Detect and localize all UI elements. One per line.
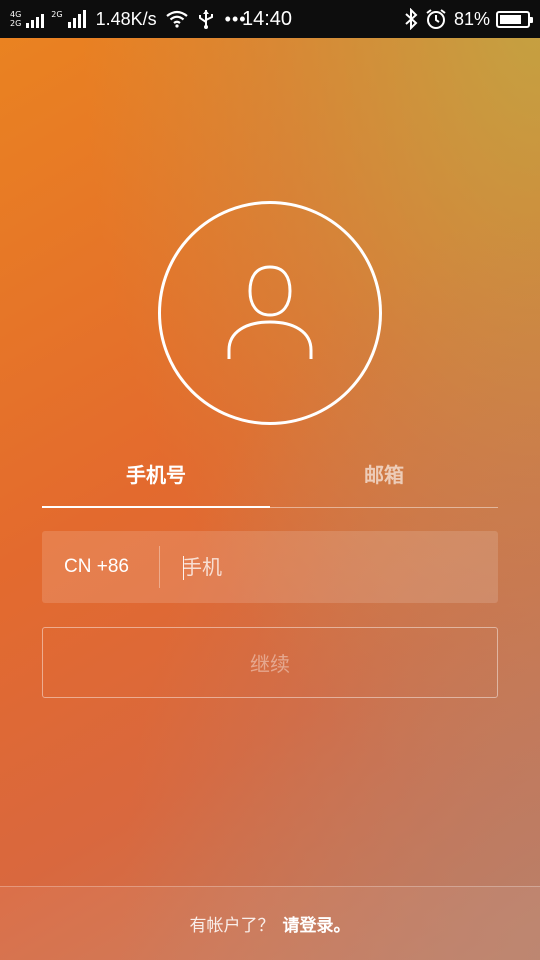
network-top-label: 4G <box>10 10 22 19</box>
footer: 有帐户了？ 请登录。 <box>0 886 540 960</box>
battery-fill <box>500 14 522 24</box>
login-link[interactable]: 请登录。 <box>283 911 351 936</box>
phone-input-row: CN +86 <box>42 531 498 603</box>
battery-percent: 81% <box>453 8 490 29</box>
network2-type: 2G <box>51 10 62 28</box>
tab-email[interactable]: 邮箱 <box>270 440 498 506</box>
clock: 14:40 <box>242 7 293 30</box>
signal2-icon <box>67 10 86 28</box>
signal-icon <box>26 10 45 28</box>
network2-label: 2G <box>51 10 63 19</box>
country-code-divider <box>159 546 160 588</box>
country-code-selector[interactable]: CN +86 <box>64 531 129 603</box>
tab-phone[interactable]: 手机号 <box>42 440 270 506</box>
usb-icon <box>198 10 213 29</box>
network-type: 4G 2G <box>10 10 21 28</box>
phone-input[interactable] <box>182 531 482 603</box>
text-cursor <box>183 556 184 580</box>
battery-icon <box>496 10 533 28</box>
has-account-text: 有帐户了？ <box>189 916 275 936</box>
avatar <box>158 201 382 425</box>
wifi-icon <box>165 10 188 28</box>
status-bar: 4G 2G 2G 1.48K/s ••• 14:40 81% <box>0 0 540 38</box>
active-tab-indicator <box>42 506 270 508</box>
network-speed: 1.48K/s <box>95 8 157 29</box>
login-method-tabs: 手机号 邮箱 <box>42 440 498 509</box>
bluetooth-icon <box>405 8 418 30</box>
user-icon <box>227 265 313 359</box>
alarm-icon <box>426 9 446 29</box>
network-bottom-label: 2G <box>10 19 22 28</box>
login-screen: 手机号 邮箱 CN +86 继续 有帐户了？ 请登录。 <box>0 0 540 960</box>
continue-button[interactable]: 继续 <box>42 627 498 698</box>
